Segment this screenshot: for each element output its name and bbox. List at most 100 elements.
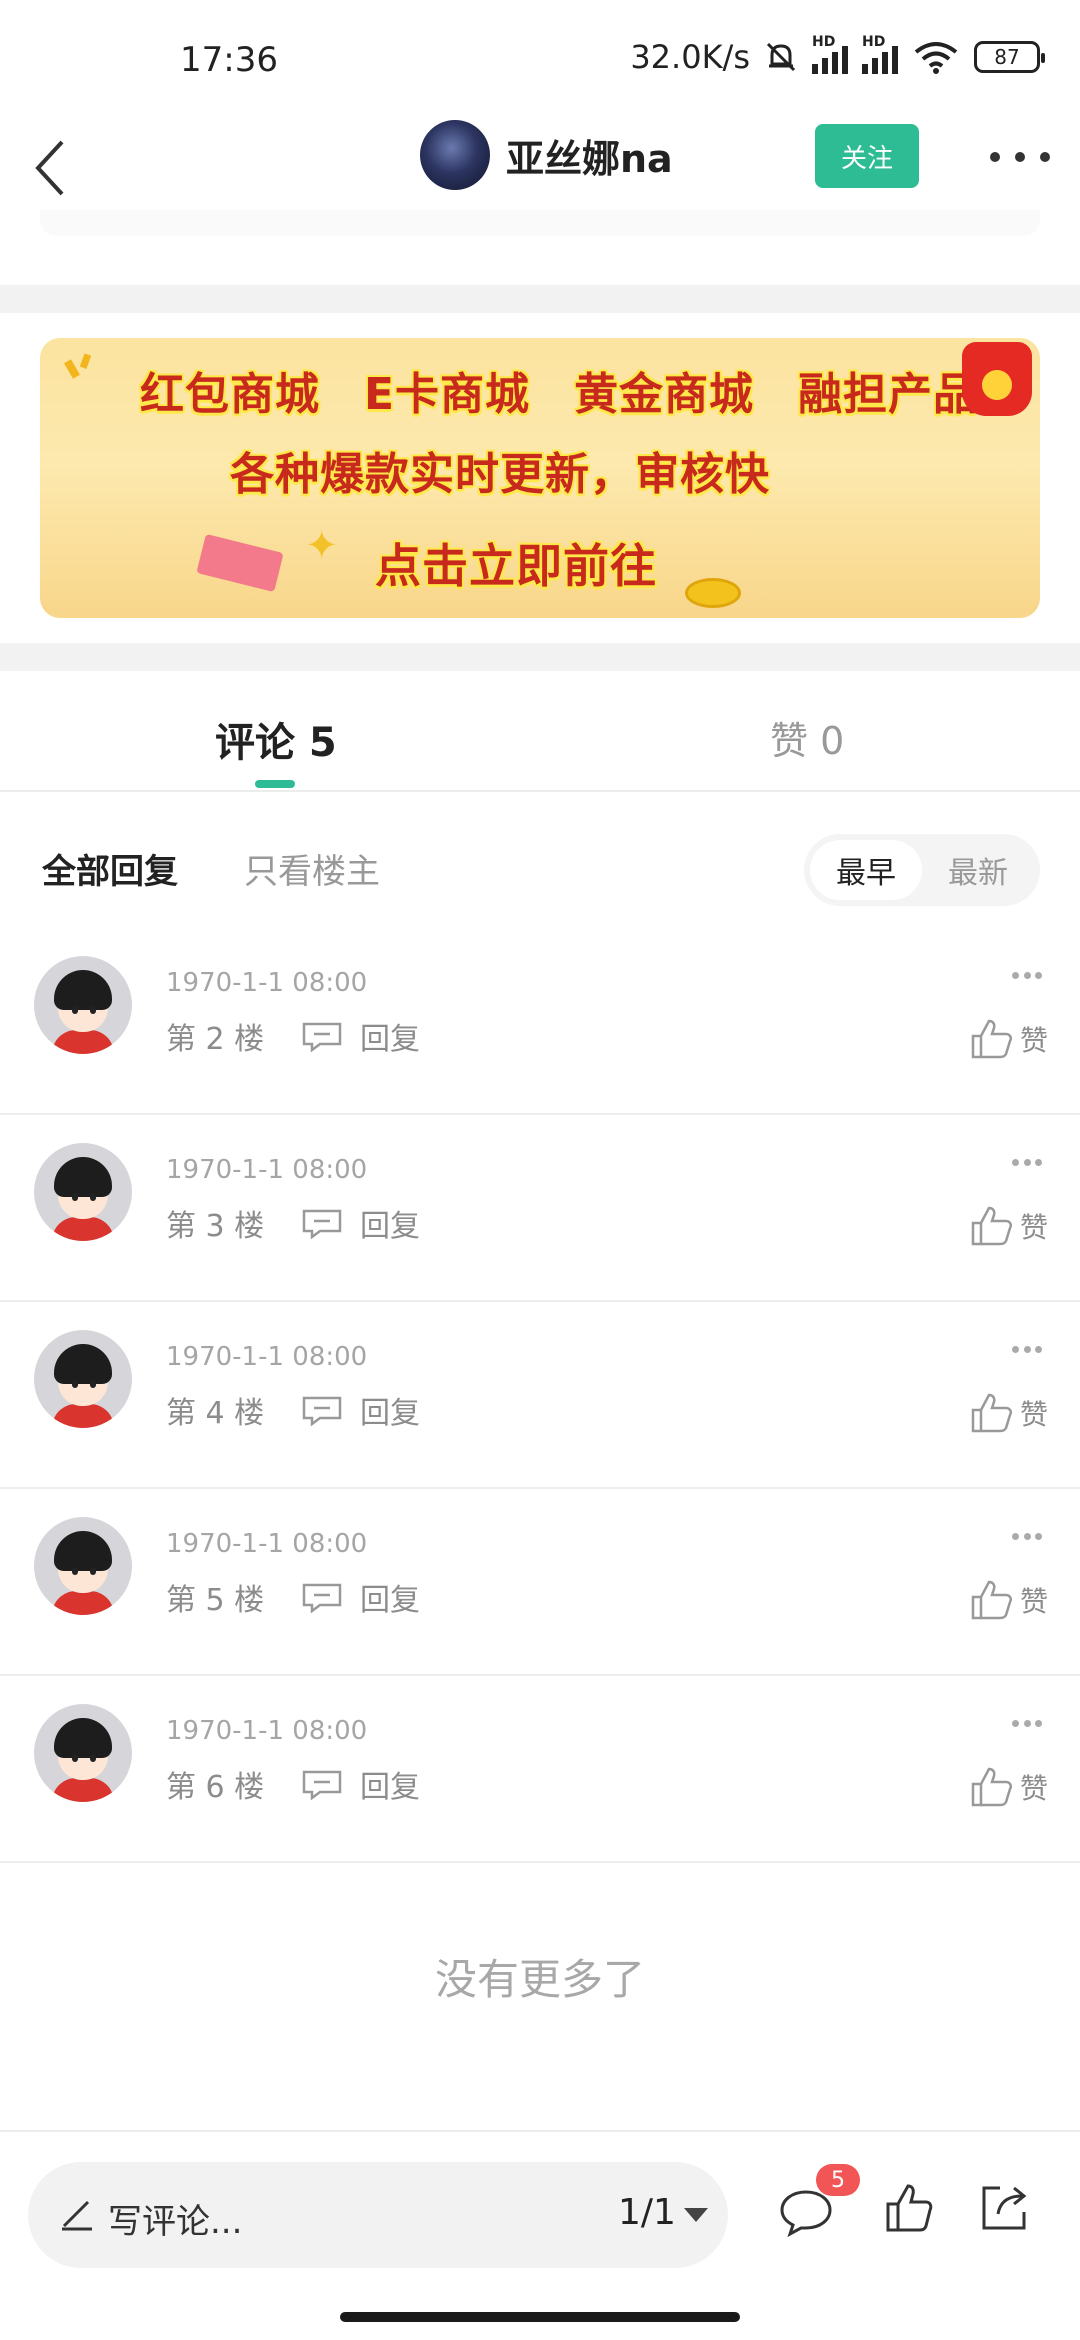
reply-button[interactable]: 回复 (300, 1388, 420, 1432)
mute-icon (766, 42, 796, 72)
like-button[interactable]: 赞 (970, 1579, 1048, 1621)
reply-button[interactable]: 回复 (300, 1762, 420, 1806)
comment-more-icon[interactable] (1012, 1346, 1042, 1354)
sort-earliest[interactable]: 最早 (810, 840, 922, 900)
comment-icon[interactable] (778, 2188, 834, 2238)
comment-row[interactable]: 1970-1-1 08:00 第 6 楼 回复 赞 (0, 1676, 1080, 1863)
like-label: 赞 (1019, 1398, 1048, 1431)
coin-icon (685, 578, 741, 608)
battery-icon: 87 (974, 41, 1045, 73)
comment-floor: 第 3 楼 (166, 1209, 265, 1244)
tab-indicator (255, 780, 295, 788)
tab-comments[interactable]: 评论 5 (215, 710, 337, 768)
banner-cta[interactable]: 点击立即前往 (375, 530, 657, 596)
banner-subtitle: 各种爆款实时更新，审核快 (230, 449, 770, 500)
comment-row[interactable]: 1970-1-1 08:00 第 5 楼 回复 赞 (0, 1489, 1080, 1676)
reply-icon (302, 1583, 342, 1613)
comment-count-badge: 5 (816, 2164, 860, 2196)
thumbs-up-icon (971, 1206, 1013, 1246)
comment-row[interactable]: 1970-1-1 08:00 第 2 楼 回复 赞 (0, 928, 1080, 1115)
comment-floor: 第 6 楼 (166, 1770, 265, 1805)
comment-time: 1970-1-1 08:00 (166, 1342, 368, 1372)
comment-time: 1970-1-1 08:00 (166, 1155, 368, 1185)
reply-label: 回复 (360, 1396, 420, 1431)
post-author[interactable]: 亚丝娜na (420, 120, 673, 190)
comment-more-icon[interactable] (1012, 1533, 1042, 1541)
like-button[interactable]: 赞 (970, 1205, 1048, 1247)
filter-all-replies[interactable]: 全部回复 (42, 844, 178, 893)
back-icon[interactable] (18, 126, 88, 210)
wifi-icon (914, 42, 958, 74)
sort-latest[interactable]: 最新 (922, 840, 1034, 900)
like-label: 赞 (1019, 1211, 1048, 1244)
like-button[interactable]: 赞 (970, 1018, 1048, 1060)
page-dropdown-icon[interactable] (684, 2208, 708, 2222)
pencil-icon (62, 2200, 92, 2231)
reply-label: 回复 (360, 1209, 420, 1244)
banner-categories: 红包商城 E卡商城 黄金商城 融担产品 (140, 358, 978, 422)
status-bar: 17:36 32.0K/s HD HD 87 (0, 0, 1080, 120)
section-divider (0, 285, 1080, 313)
thumbs-up-icon (971, 1767, 1013, 1807)
comment-row[interactable]: 1970-1-1 08:00 第 4 楼 回复 赞 (0, 1302, 1080, 1489)
thumbs-up-icon (971, 1393, 1013, 1433)
like-button[interactable]: 赞 (970, 1392, 1048, 1434)
commenter-avatar[interactable] (34, 1143, 132, 1241)
follow-button[interactable]: 关注 (815, 124, 919, 188)
more-icon[interactable] (990, 142, 1050, 172)
home-indicator[interactable] (340, 2312, 740, 2322)
banner-category: 融担产品 (798, 369, 979, 420)
thumbs-up-icon (971, 1580, 1013, 1620)
comment-placeholder: 写评论... (108, 2202, 243, 2242)
post-card-edge (40, 210, 1040, 236)
comment-more-icon[interactable] (1012, 1159, 1042, 1167)
bottom-bar: 写评论... 1/1 5 (0, 2130, 1080, 2340)
commenter-avatar[interactable] (34, 1330, 132, 1428)
comment-more-icon[interactable] (1012, 1720, 1042, 1728)
reply-label: 回复 (360, 1770, 420, 1805)
commenter-avatar[interactable] (34, 956, 132, 1054)
commenter-avatar[interactable] (34, 1517, 132, 1615)
sparkle-icon (64, 353, 92, 379)
reply-button[interactable]: 回复 (300, 1014, 420, 1058)
tab-likes[interactable]: 赞 0 (770, 710, 844, 765)
commenter-avatar[interactable] (34, 1704, 132, 1802)
page-indicator[interactable]: 1/1 (618, 2192, 676, 2233)
reply-icon (302, 1396, 342, 1426)
banner-category: E卡商城 (364, 369, 531, 420)
like-label: 赞 (1019, 1585, 1048, 1618)
thumbs-up-icon (971, 1019, 1013, 1059)
promo-banner[interactable]: 红包商城 E卡商城 黄金商城 融担产品 各种爆款实时更新，审核快 ✦ 点击立即前… (40, 338, 1040, 618)
net-speed: 32.0K/s (630, 38, 750, 76)
comment-more-icon[interactable] (1012, 972, 1042, 980)
reply-icon (302, 1022, 342, 1052)
comment-floor: 第 2 楼 (166, 1022, 265, 1057)
reply-label: 回复 (360, 1022, 420, 1057)
reply-label: 回复 (360, 1583, 420, 1618)
battery-level: 87 (994, 45, 1020, 69)
banner-category: 黄金商城 (574, 369, 755, 420)
comment-time: 1970-1-1 08:00 (166, 1716, 368, 1746)
filter-row: 全部回复 只看楼主 最早 最新 (0, 830, 1080, 910)
reply-button[interactable]: 回复 (300, 1201, 420, 1245)
sort-toggle: 最早 最新 (804, 834, 1040, 906)
author-avatar[interactable] (420, 120, 490, 190)
thumbs-up-icon[interactable] (884, 2182, 934, 2234)
comment-tabs: 评论 5 赞 0 (0, 670, 1080, 792)
filter-owner-only[interactable]: 只看楼主 (244, 844, 380, 893)
status-icons: 32.0K/s HD HD 87 (630, 34, 1045, 76)
status-time: 17:36 (180, 40, 278, 80)
reply-icon (302, 1209, 342, 1239)
author-name[interactable]: 亚丝娜na (506, 128, 673, 183)
like-label: 赞 (1019, 1024, 1048, 1057)
reply-icon (302, 1770, 342, 1800)
reply-button[interactable]: 回复 (300, 1575, 420, 1619)
banner-category: 红包商城 (140, 369, 320, 420)
no-more-text: 没有更多了 (434, 1955, 645, 2004)
comment-row[interactable]: 1970-1-1 08:00 第 3 楼 回复 赞 (0, 1115, 1080, 1302)
star-icon: ✦ (305, 523, 339, 569)
comment-time: 1970-1-1 08:00 (166, 1529, 368, 1559)
share-icon[interactable] (976, 2180, 1032, 2236)
write-comment-input[interactable]: 写评论... 1/1 (28, 2162, 728, 2268)
like-button[interactable]: 赞 (970, 1766, 1048, 1808)
